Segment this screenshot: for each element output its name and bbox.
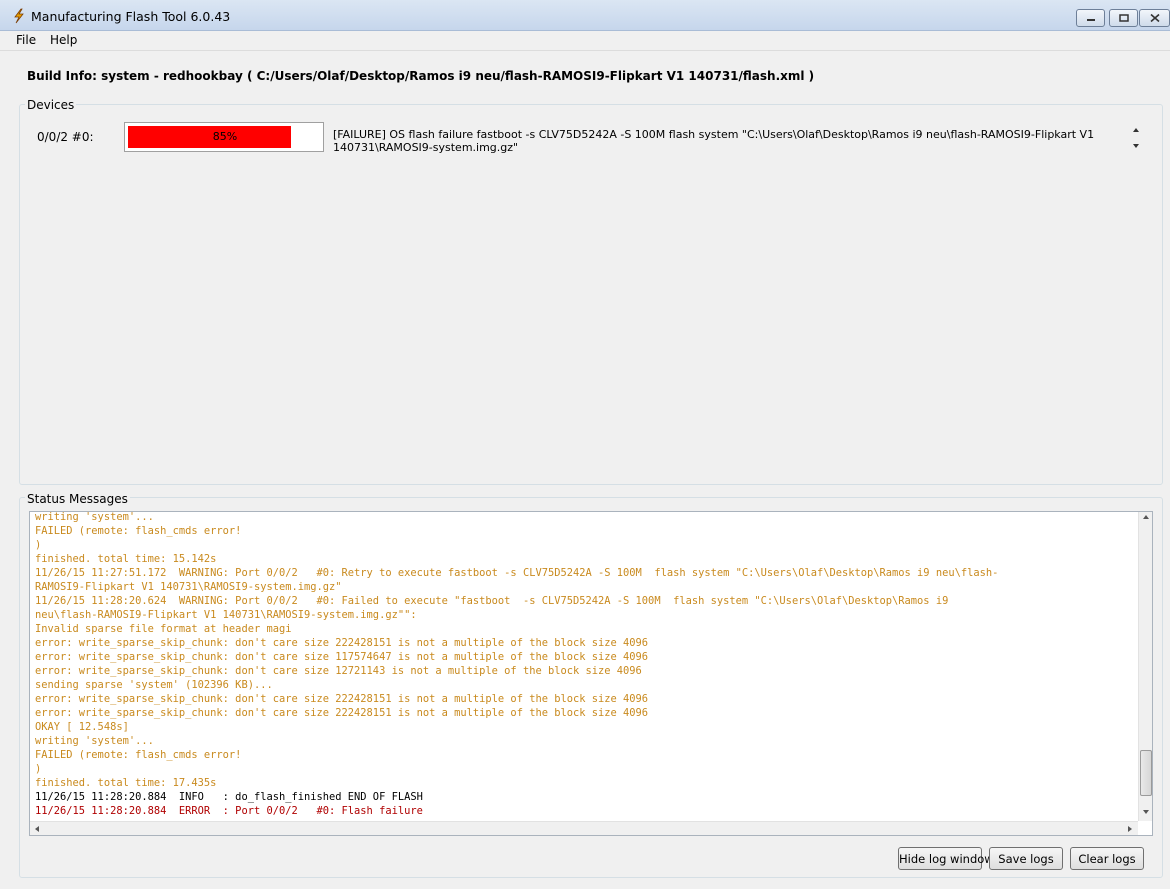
log-line: writing 'system'... bbox=[35, 511, 154, 523]
log-line: error: write_sparse_skip_chunk: don't ca… bbox=[35, 665, 642, 677]
clear-logs-button[interactable]: Clear logs bbox=[1070, 847, 1144, 870]
devices-group bbox=[19, 104, 1163, 485]
log-line: error: write_sparse_skip_chunk: don't ca… bbox=[35, 693, 649, 705]
maximize-button[interactable] bbox=[1109, 9, 1138, 27]
device-progress-text: 85% bbox=[212, 130, 238, 143]
log-line: FAILED (remote: flash_cmds error! bbox=[35, 749, 242, 761]
minimize-icon bbox=[1086, 19, 1095, 21]
log-line: 11/26/15 11:28:20.624 WARNING: Port 0/0/… bbox=[35, 595, 949, 607]
scroll-right-arrow-icon[interactable] bbox=[1126, 825, 1133, 833]
log-scroll-thumb[interactable] bbox=[1140, 750, 1152, 796]
log-line: Invalid sparse file format at header mag… bbox=[35, 623, 292, 635]
minimize-button[interactable] bbox=[1076, 9, 1105, 27]
build-info: Build Info: system - redhookbay ( C:/Use… bbox=[27, 69, 814, 83]
log-line: sending sparse 'system' (102396 KB)... bbox=[35, 679, 273, 691]
log-line: 11/26/15 11:27:51.172 WARNING: Port 0/0/… bbox=[35, 567, 999, 579]
device-progress-bar: 85% bbox=[124, 122, 324, 152]
log-line: RAMOSI9-Flipkart V1 140731\RAMOSI9-syste… bbox=[35, 581, 342, 593]
window-title: Manufacturing Flash Tool 6.0.43 bbox=[31, 9, 231, 24]
device-port-label: 0/0/2 #0: bbox=[37, 130, 94, 144]
build-info-value: system - redhookbay ( C:/Users/Olaf/Desk… bbox=[101, 69, 815, 83]
log-line: ) bbox=[35, 763, 42, 775]
scroll-down-arrow-icon[interactable] bbox=[1131, 142, 1141, 150]
menu-help[interactable]: Help bbox=[50, 33, 77, 47]
log-vertical-scrollbar[interactable] bbox=[1138, 512, 1152, 821]
log-line: neu\flash-RAMOSI9-Flipkart V1 140731\RAM… bbox=[35, 609, 417, 621]
log-line: writing 'system'... bbox=[35, 735, 154, 747]
log-line: error: write_sparse_skip_chunk: don't ca… bbox=[35, 651, 649, 663]
device-status-message: [FAILURE] OS flash failure fastboot -s C… bbox=[333, 128, 1095, 154]
log-line: 11/26/15 11:28:20.884 ERROR : Port 0/0/2… bbox=[35, 805, 423, 817]
menu-file[interactable]: File bbox=[16, 33, 36, 47]
scroll-down-arrow-icon[interactable] bbox=[1142, 808, 1150, 815]
log-line: ) bbox=[35, 539, 42, 551]
menu-bar: File Help bbox=[0, 31, 1170, 51]
log-lines: writing 'system'... FAILED (remote: flash… bbox=[35, 511, 1135, 818]
log-line: 11/26/15 11:28:20.884 INFO : do_flash_fi… bbox=[35, 791, 423, 803]
log-line: finished. total time: 17.435s bbox=[35, 777, 217, 789]
close-button[interactable] bbox=[1139, 9, 1170, 27]
hide-log-window-button[interactable]: Hide log window bbox=[898, 847, 994, 870]
log-line: FAILED (remote: flash_cmds error! bbox=[35, 525, 242, 537]
scroll-up-arrow-icon[interactable] bbox=[1142, 514, 1150, 521]
log-line: finished. total time: 15.142s bbox=[35, 553, 217, 565]
log-line: error: write_sparse_skip_chunk: don't ca… bbox=[35, 707, 649, 719]
log-horizontal-scrollbar[interactable] bbox=[30, 821, 1138, 835]
save-logs-button[interactable]: Save logs bbox=[989, 847, 1063, 870]
log-window[interactable]: writing 'system'... FAILED (remote: flash… bbox=[29, 511, 1153, 836]
maximize-icon bbox=[1118, 14, 1129, 22]
log-line: error: write_sparse_skip_chunk: don't ca… bbox=[35, 637, 649, 649]
scroll-up-arrow-icon[interactable] bbox=[1131, 126, 1141, 134]
devices-group-label: Devices bbox=[25, 98, 77, 112]
close-icon bbox=[1149, 13, 1160, 23]
main-window: Manufacturing Flash Tool 6.0.43 File Hel… bbox=[0, 0, 1170, 889]
build-info-label: Build Info: bbox=[27, 69, 97, 83]
log-line: OKAY [ 12.548s] bbox=[35, 721, 129, 733]
scroll-left-arrow-icon[interactable] bbox=[34, 825, 41, 833]
title-bar[interactable]: Manufacturing Flash Tool 6.0.43 bbox=[0, 0, 1170, 31]
status-messages-label: Status Messages bbox=[25, 492, 130, 506]
lightning-bolt-icon bbox=[14, 8, 24, 24]
